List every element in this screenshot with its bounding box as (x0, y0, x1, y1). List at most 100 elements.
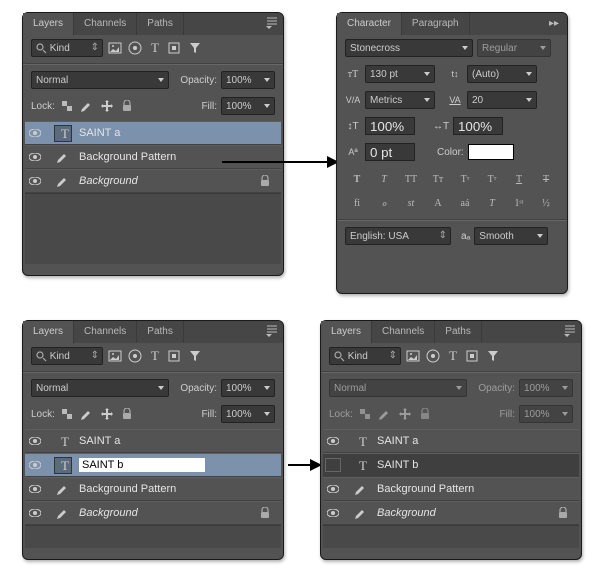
tab-paths[interactable]: Paths (137, 321, 184, 343)
tab-channels[interactable]: Channels (74, 321, 137, 343)
fill-select[interactable]: 100% (221, 97, 275, 115)
layer-name[interactable]: SAINT a (377, 435, 418, 447)
blend-mode-select[interactable]: Normal (31, 379, 169, 397)
filter-pixel-icon[interactable] (107, 40, 123, 56)
lock-move-icon[interactable] (397, 406, 413, 422)
hscale-field[interactable] (453, 117, 503, 135)
layer-row[interactable]: SAINT a (25, 121, 281, 145)
layer-name[interactable]: SAINT b (377, 459, 418, 471)
layer-row[interactable]: SAINT b (25, 453, 281, 477)
lock-move-icon[interactable] (99, 98, 115, 114)
filter-type-icon[interactable]: T (445, 348, 461, 364)
panel-menu-icon[interactable] (563, 324, 577, 338)
layer-name[interactable]: Background Pattern (79, 483, 176, 495)
filter-pixel-icon[interactable] (107, 348, 123, 364)
layer-row[interactable]: Background Pattern (323, 477, 579, 501)
layer-name[interactable]: Background Pattern (377, 483, 474, 495)
layer-row[interactable]: Background (25, 169, 281, 193)
tab-character[interactable]: Character (337, 13, 402, 36)
filter-type-icon[interactable]: T (147, 348, 163, 364)
visibility-toggle[interactable] (25, 177, 45, 185)
style-super-button[interactable]: Tт (455, 171, 475, 187)
visibility-toggle[interactable] (323, 485, 343, 493)
visibility-toggle[interactable] (25, 153, 45, 161)
style-underline-button[interactable]: T (509, 171, 529, 187)
visibility-toggle[interactable] (25, 437, 45, 445)
lock-all-icon[interactable] (119, 406, 135, 422)
layer-row[interactable]: SAINT a (25, 429, 281, 453)
tab-paths[interactable]: Paths (137, 13, 184, 35)
style-caps-button[interactable]: TT (401, 171, 421, 187)
filter-smart-icon[interactable] (187, 40, 203, 56)
lock-trans-icon[interactable] (357, 406, 373, 422)
layer-name-editing[interactable]: SAINT b (79, 458, 205, 472)
layer-row[interactable]: Background (25, 501, 281, 525)
font-style-select[interactable]: Regular (477, 39, 551, 57)
kerning-select[interactable]: Metrics (365, 91, 435, 109)
tracking-select[interactable]: 20 (467, 91, 537, 109)
visibility-toggle[interactable] (25, 485, 45, 493)
filter-kind-select[interactable]: Kind (329, 347, 401, 365)
language-select[interactable]: English: USA (345, 227, 451, 245)
lock-trans-icon[interactable] (59, 406, 75, 422)
filter-type-icon[interactable]: T (147, 40, 163, 56)
tab-paragraph[interactable]: Paragraph (402, 13, 470, 35)
panel-menu-icon[interactable] (265, 324, 279, 338)
fill-select[interactable]: 100% (221, 405, 275, 423)
antialias-select[interactable]: Smooth (474, 227, 548, 245)
visibility-toggle[interactable] (25, 509, 45, 517)
baseline-field[interactable] (365, 143, 415, 161)
filter-shape-icon[interactable] (167, 40, 183, 56)
panel-menu-icon[interactable]: ▸▸ (549, 16, 563, 30)
lock-move-icon[interactable] (99, 406, 115, 422)
blend-mode-select[interactable]: Normal (31, 71, 169, 89)
style-smallcaps-button[interactable]: Tᴛ (428, 171, 448, 187)
visibility-toggle[interactable] (323, 458, 343, 472)
hidden-checkbox-icon[interactable] (325, 458, 341, 472)
filter-adjust-icon[interactable] (127, 40, 143, 56)
ot-fractions-button[interactable]: ½ (536, 195, 556, 211)
leading-select[interactable]: (Auto) (467, 65, 537, 83)
tab-channels[interactable]: Channels (372, 321, 435, 343)
lock-all-icon[interactable] (119, 98, 135, 114)
tab-layers[interactable]: Layers (23, 13, 74, 36)
visibility-toggle[interactable] (25, 129, 45, 137)
ot-stylistic-button[interactable]: T (482, 195, 502, 211)
layer-name[interactable]: Background Pattern (79, 151, 176, 163)
layer-row[interactable]: Background (323, 501, 579, 525)
opacity-select[interactable]: 100% (221, 71, 275, 89)
vscale-field[interactable] (365, 117, 415, 135)
opacity-select[interactable]: 100% (221, 379, 275, 397)
visibility-toggle[interactable] (323, 509, 343, 517)
panel-menu-icon[interactable] (265, 16, 279, 30)
lock-paint-icon[interactable] (79, 406, 95, 422)
color-swatch[interactable] (468, 144, 514, 160)
layer-row[interactable]: SAINT b (323, 453, 579, 477)
layer-name[interactable]: SAINT a (79, 127, 120, 139)
ot-discliga-button[interactable]: st (401, 195, 421, 211)
opacity-select[interactable]: 100% (519, 379, 573, 397)
filter-adjust-icon[interactable] (425, 348, 441, 364)
ot-ordinals-button[interactable]: 1ˢᵗ (509, 195, 529, 211)
lock-paint-icon[interactable] (79, 98, 95, 114)
layer-row[interactable]: Background Pattern (25, 477, 281, 501)
layer-name[interactable]: Background (79, 175, 138, 187)
filter-kind-select[interactable]: Kind (31, 39, 103, 57)
blend-mode-select[interactable]: Normal (329, 379, 467, 397)
tab-layers[interactable]: Layers (23, 321, 74, 344)
ot-swash-button[interactable]: ℴ (374, 195, 394, 211)
ot-alt-button[interactable]: A (428, 195, 448, 211)
layer-row[interactable]: SAINT a (323, 429, 579, 453)
filter-shape-icon[interactable] (465, 348, 481, 364)
filter-smart-icon[interactable] (485, 348, 501, 364)
filter-smart-icon[interactable] (187, 348, 203, 364)
visibility-toggle[interactable] (25, 461, 45, 469)
style-strike-button[interactable]: T (536, 171, 556, 187)
ot-liga-button[interactable]: fi (347, 195, 367, 211)
filter-kind-select[interactable]: Kind (31, 347, 103, 365)
filter-shape-icon[interactable] (167, 348, 183, 364)
tab-layers[interactable]: Layers (321, 321, 372, 344)
layer-name[interactable]: Background (377, 507, 436, 519)
filter-adjust-icon[interactable] (127, 348, 143, 364)
tab-channels[interactable]: Channels (74, 13, 137, 35)
